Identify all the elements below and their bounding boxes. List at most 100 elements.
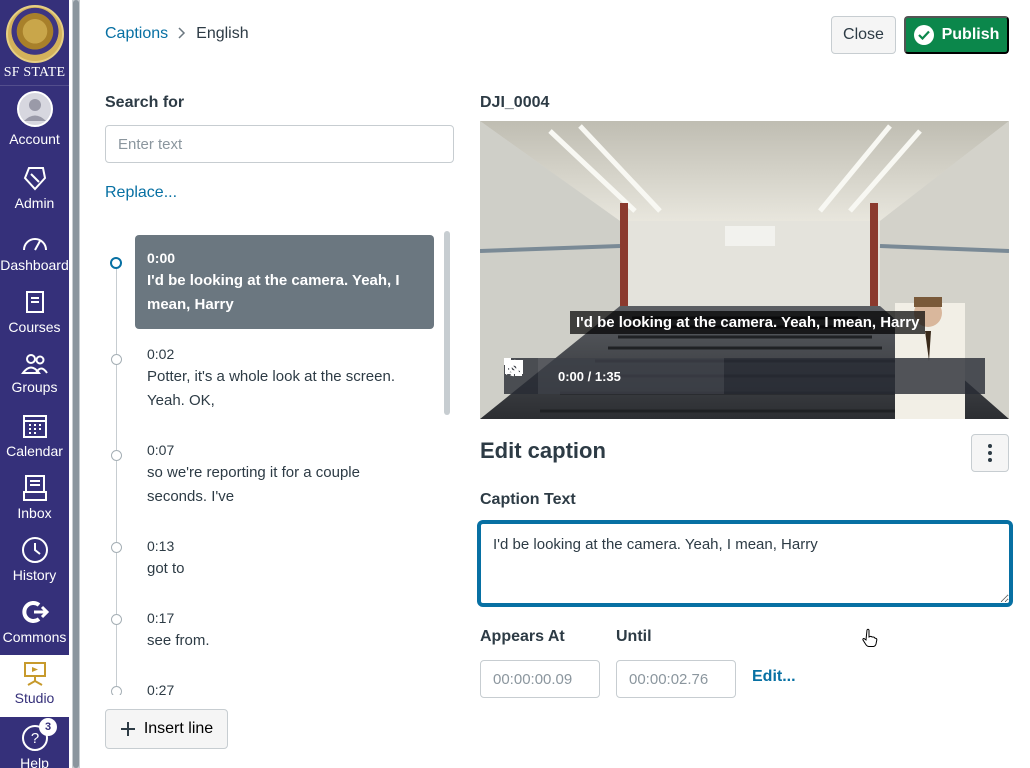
nav-item-inbox[interactable]: Inbox	[0, 474, 69, 521]
caption-text-field[interactable]: I'd be looking at the camera. Yeah, I me…	[479, 522, 1011, 605]
fullscreen-button[interactable]	[504, 358, 985, 394]
caption-item[interactable]: 0:13 got to	[135, 523, 434, 593]
search-label: Search for	[105, 94, 185, 111]
video-title: DJI_0004	[480, 94, 550, 111]
caption-text: Potter, it's a whole look at the screen.…	[147, 368, 395, 409]
caption-list-scrollbar[interactable]	[442, 229, 452, 695]
timeline-dot	[111, 542, 122, 553]
breadcrumb: Captions English	[105, 25, 249, 43]
avatar-icon	[16, 91, 53, 127]
caption-time: 0:00	[147, 250, 176, 266]
nav-label-admin: Admin	[14, 195, 55, 211]
appears-at-input[interactable]	[480, 660, 600, 698]
video-controls: 0:00 / 1:35	[504, 358, 985, 394]
check-icon	[913, 25, 934, 45]
nav-label-commons: Commons	[2, 629, 67, 645]
nav-label-courses: Courses	[8, 319, 61, 335]
chevron-right-icon	[178, 26, 186, 42]
nav-item-dashboard[interactable]: Dashboard	[0, 230, 69, 273]
publish-label: Publish	[941, 26, 1000, 43]
volume-button[interactable]	[505, 358, 871, 394]
timeline-dot	[111, 450, 122, 461]
logo-text: SF STATE	[3, 64, 66, 80]
until-input[interactable]	[616, 660, 736, 698]
until-label: Until	[616, 628, 652, 645]
dashboard-icon	[22, 238, 47, 251]
breadcrumb-captions-link[interactable]: Captions	[105, 25, 168, 43]
university-logo[interactable]: SF STATE	[0, 0, 69, 86]
caption-item[interactable]: 0:17 see from.	[135, 595, 434, 665]
settings-button[interactable]	[505, 358, 947, 394]
caption-item[interactable]: 0:02 Potter, it's a whole look at the sc…	[135, 331, 434, 425]
video-time: 0:00 / 1:35	[558, 368, 621, 384]
plus-icon	[120, 722, 135, 736]
caption-item[interactable]: 0:27	[135, 667, 434, 695]
help-badge: 3	[39, 718, 57, 736]
caption-time: 0:02	[147, 346, 175, 362]
timeline-dot	[111, 614, 122, 625]
shield-icon	[23, 167, 46, 191]
timeline-line	[116, 263, 117, 695]
nav-item-help[interactable]: ? 3 Help	[0, 718, 69, 768]
caption-time: 0:13	[147, 538, 175, 554]
nav-item-commons[interactable]: Commons	[0, 598, 69, 645]
caption-time: 0:17	[147, 610, 175, 626]
nav-label-history: History	[12, 567, 57, 583]
caption-item[interactable]: 0:00 I'd be looking at the camera. Yeah,…	[135, 235, 434, 329]
nav-item-studio[interactable]: Studio	[0, 655, 69, 717]
video-subtitle: I'd be looking at the camera. Yeah, I me…	[570, 311, 926, 334]
captions-button[interactable]	[505, 358, 909, 394]
timeline-dot-active	[110, 257, 122, 269]
hand-cursor-icon	[862, 628, 878, 647]
nav-scrollbar-thumb[interactable]	[73, 0, 79, 768]
fullscreen-icon	[504, 358, 522, 376]
book-icon	[25, 291, 44, 313]
caption-list-scrollbar-thumb[interactable]	[444, 231, 450, 415]
clock-icon	[21, 537, 48, 563]
caption-item[interactable]: 0:07 so we're reporting it for a couple …	[135, 427, 434, 521]
search-input[interactable]	[105, 125, 454, 163]
caption-text: got to	[147, 560, 185, 577]
nav-label-dashboard: Dashboard	[0, 257, 69, 273]
insert-line-label: Insert line	[143, 720, 214, 737]
nav-item-history[interactable]: History	[0, 536, 69, 583]
nav-scrollbar[interactable]	[72, 0, 80, 768]
replace-link[interactable]: Replace...	[105, 184, 177, 202]
appears-at-label: Appears At	[480, 628, 565, 645]
insert-line-button[interactable]: Insert line	[105, 709, 228, 749]
timeline-dot	[111, 686, 122, 695]
svg-text:?: ?	[30, 730, 38, 747]
global-nav: SF STATE Account Admin Dashboard Courses…	[0, 0, 69, 768]
caption-list: 0:00 I'd be looking at the camera. Yeah,…	[105, 229, 455, 695]
nav-item-account[interactable]: Account	[0, 90, 69, 147]
nav-label-help: Help	[20, 755, 49, 768]
studio-icon	[23, 662, 46, 686]
nav-item-groups[interactable]: Groups	[0, 352, 69, 395]
timeline-dot	[111, 354, 122, 365]
caption-time: 0:07	[147, 442, 175, 458]
nav-item-courses[interactable]: Courses	[0, 290, 69, 335]
kebab-menu-icon	[988, 444, 992, 462]
calendar-icon	[22, 415, 47, 438]
nav-item-admin[interactable]: Admin	[0, 164, 69, 211]
university-seal-icon	[5, 4, 64, 63]
caption-text-label: Caption Text	[480, 491, 576, 508]
video-player[interactable]: 0:00 / 1:35	[480, 121, 1009, 419]
caption-text: see from.	[147, 632, 210, 649]
nav-label-account: Account	[9, 131, 60, 147]
nav-label-calendar: Calendar	[6, 443, 63, 459]
publish-button[interactable]: Publish	[904, 16, 1009, 54]
more-options-button[interactable]	[971, 434, 1009, 472]
close-button[interactable]: Close	[831, 16, 896, 54]
inbox-icon	[22, 475, 47, 501]
commons-icon	[21, 601, 49, 623]
nav-label-studio: Studio	[14, 690, 55, 706]
edit-caption-heading: Edit caption	[480, 438, 606, 463]
nav-item-calendar[interactable]: Calendar	[0, 412, 69, 459]
breadcrumb-current: English	[196, 25, 249, 42]
edit-timing-link[interactable]: Edit...	[752, 668, 796, 686]
caption-text: so we're reporting it for a couple secon…	[147, 464, 360, 505]
groups-icon	[20, 354, 48, 374]
nav-label-inbox: Inbox	[17, 505, 52, 521]
nav-label-groups: Groups	[11, 379, 58, 395]
